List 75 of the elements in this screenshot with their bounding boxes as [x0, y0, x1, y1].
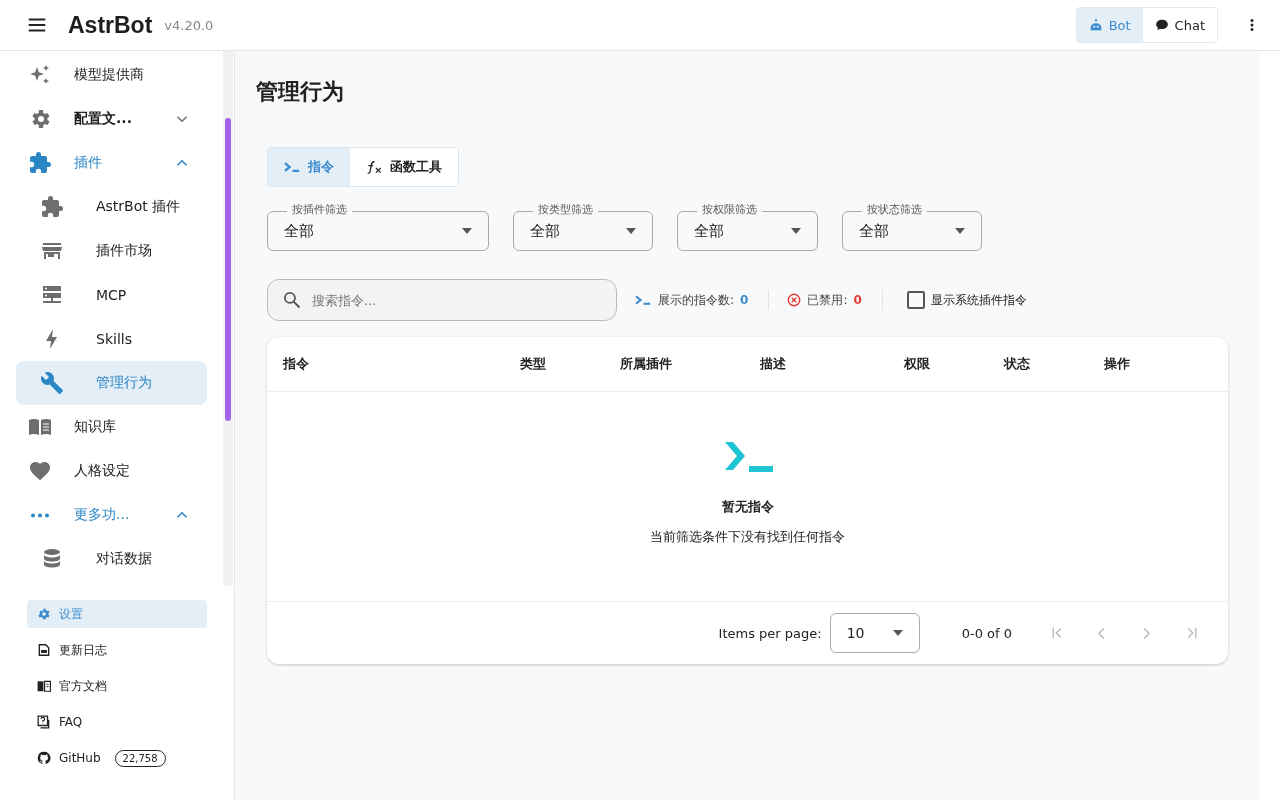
- speech-bubble-icon: [1154, 18, 1169, 32]
- nav-item[interactable]: 配置文...: [16, 97, 207, 141]
- function-icon: [366, 160, 383, 174]
- heart-icon: [28, 459, 52, 483]
- page-size-select[interactable]: 10: [829, 613, 920, 653]
- tab[interactable]: 函数工具: [350, 148, 458, 186]
- select-value: 全部: [859, 221, 889, 241]
- nav-item[interactable]: 更多功...: [16, 493, 207, 537]
- sidebar-link[interactable]: 更新日志: [27, 636, 207, 664]
- scrollbar[interactable]: [223, 51, 233, 586]
- nav-item[interactable]: MCP: [16, 273, 207, 317]
- stat-value: 0: [853, 293, 862, 307]
- search-input[interactable]: 搜索指令...: [310, 291, 602, 309]
- version-label: v4.20.0: [164, 17, 214, 33]
- document-icon: [37, 643, 51, 657]
- empty-title: 暂无指令: [721, 497, 774, 516]
- nav-item[interactable]: 人格设定: [16, 449, 207, 493]
- terminal-icon: [284, 160, 301, 174]
- nav-item[interactable]: 插件: [16, 141, 207, 185]
- scrollbar-thumb[interactable]: [225, 118, 231, 421]
- cancel-icon: [787, 293, 802, 307]
- column-header: 权限: [904, 355, 931, 373]
- nav-item[interactable]: 管理行为: [16, 361, 207, 405]
- stat-label: 展示的指令数:: [658, 291, 735, 309]
- dropdown-caret-icon: [791, 228, 801, 234]
- github-icon: [37, 751, 51, 765]
- chevron-right-icon: [1143, 626, 1150, 640]
- nav-item[interactable]: 知识库: [16, 405, 207, 449]
- column-header: 描述: [760, 355, 787, 373]
- wrench-icon: [40, 371, 64, 395]
- stat-label: 已禁用:: [807, 291, 848, 309]
- column-header: 操作: [1104, 355, 1131, 373]
- column-header: 状态: [1004, 355, 1031, 373]
- question-icon: [37, 715, 51, 729]
- app-logo: AstrBot: [68, 11, 153, 39]
- select-value: 全部: [694, 221, 724, 241]
- stat-value: 0: [740, 293, 749, 307]
- column-header: 类型: [520, 355, 547, 373]
- column-header: 所属插件: [620, 355, 673, 373]
- nav-item[interactable]: AstrBot 插件: [16, 185, 207, 229]
- field-label: 按类型筛选: [533, 203, 598, 217]
- select-value: 全部: [530, 221, 560, 241]
- nav-item[interactable]: 模型提供商: [16, 53, 207, 97]
- terminal-icon: [722, 439, 773, 472]
- search-field[interactable]: 搜索指令...: [267, 279, 617, 321]
- nav-item[interactable]: 插件市场: [16, 229, 207, 273]
- page-range: 0-0 of 0: [961, 625, 1012, 641]
- dropdown-caret-icon: [892, 630, 903, 636]
- robot-icon: [1088, 18, 1103, 32]
- sidebar-link[interactable]: 官方文档: [27, 672, 207, 700]
- nav-item[interactable]: 对话数据: [16, 537, 207, 581]
- field-label: 按权限筛选: [697, 203, 762, 217]
- dropdown-caret-icon: [462, 228, 472, 234]
- dropdown-caret-icon: [626, 228, 636, 234]
- field-label: 按状态筛选: [862, 203, 927, 217]
- empty-message: 当前筛选条件下没有找到任何指令: [650, 527, 845, 546]
- book-icon: [37, 679, 51, 693]
- page-title: 管理行为: [256, 78, 345, 106]
- puzzle-icon: [28, 151, 52, 175]
- search-icon: [282, 290, 302, 310]
- chevron-left-icon: [1098, 626, 1105, 640]
- system-plugins-checkbox[interactable]: 显示系统插件指令: [882, 290, 1033, 310]
- sidebar-link[interactable]: FAQ: [27, 708, 207, 736]
- settings-icon: [37, 607, 51, 621]
- more-horizontal-icon: [31, 512, 49, 518]
- sidebar-link[interactable]: GitHub 22,758: [27, 744, 207, 772]
- nav-item[interactable]: Skills: [16, 317, 207, 361]
- terminal-icon: [635, 293, 652, 307]
- items-per-page-label: Items per page:: [718, 625, 822, 641]
- select-value: 全部: [284, 221, 314, 241]
- column-header: 指令: [283, 355, 310, 373]
- dropdown-caret-icon: [955, 228, 965, 234]
- select-value: 10: [846, 625, 865, 641]
- puzzle-icon: [40, 195, 64, 219]
- field-label: 按插件筛选: [287, 203, 352, 217]
